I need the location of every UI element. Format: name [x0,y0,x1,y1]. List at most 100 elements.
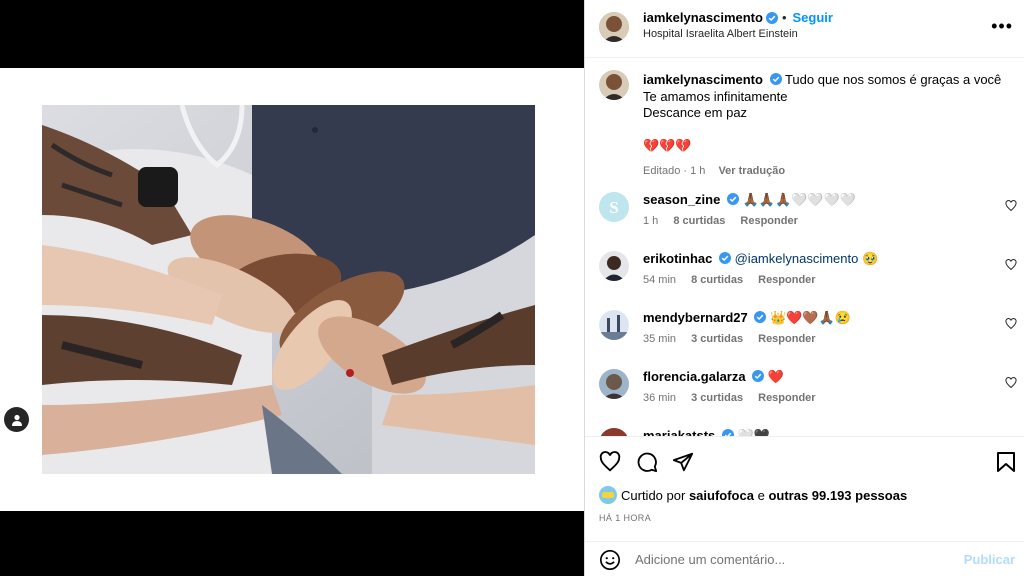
follow-button[interactable]: Seguir [793,10,833,25]
comment-username[interactable]: mariakatsts [643,428,715,436]
commenter-avatar[interactable] [599,251,629,281]
comment-likes[interactable]: 8 curtidas [691,274,743,286]
comment-text: season_zine 🙏🏾🙏🏾🙏🏾🤍🤍🤍🤍 [643,192,983,208]
comment-username[interactable]: erikotinhac [643,251,712,266]
verified-badge-icon [721,429,734,436]
likes-summary: Curtido por saiufofoca e outras 99.193 p… [599,486,907,504]
reply-button[interactable]: Responder [758,274,815,286]
comment-username[interactable]: mendybernard27 [643,310,748,325]
like-comment-heart-icon[interactable] [1005,318,1017,330]
post-header: iamkelynascimento • Seguir Hospital Isra… [585,0,1024,58]
reply-button[interactable]: Responder [740,215,797,227]
comment-meta: 54 min 8 curtidas Responder [643,274,828,286]
translate-link[interactable]: Ver tradução [718,165,785,177]
caption-avatar[interactable] [599,70,629,100]
post-sidebar: iamkelynascimento • Seguir Hospital Isra… [584,0,1024,576]
comment-body: 👑❤️🤎🙏🏾😢 [770,310,851,325]
svg-text:S: S [609,198,618,217]
comment-meta: 35 min 3 curtidas Responder [643,333,828,345]
comment-time: 54 min [643,274,677,286]
share-paper-plane-icon[interactable] [672,451,694,473]
verified-badge-icon [752,370,765,382]
caption-meta: Editado · 1 h Ver tradução [643,163,1013,180]
caption-username[interactable]: iamkelynascimento [643,72,763,87]
comment-item: S season_zine 🙏🏾🙏🏾🙏🏾🤍🤍🤍🤍 1 h 8 curtidas … [585,192,1024,250]
instagram-post-modal: iamkelynascimento • Seguir Hospital Isra… [0,0,1024,576]
caption-line-1: Tudo que nos somos é graças a você [784,72,1002,87]
likes-user[interactable]: saiufofoca [689,488,754,503]
caption-line-3: Descance em paz [643,105,748,120]
comment-likes[interactable]: 3 curtidas [691,392,743,404]
author-username[interactable]: iamkelynascimento [643,10,763,25]
post-location[interactable]: Hospital Israelita Albert Einstein [643,28,798,40]
comment-bubble-icon[interactable] [636,451,658,473]
like-comment-heart-icon[interactable] [1005,377,1017,389]
comment-item: erikotinhac @iamkelynascimento 🥹 54 min … [585,251,1024,309]
likes-others[interactable]: outras 99.193 pessoas [768,488,907,503]
comment-username[interactable]: florencia.galarza [643,369,746,384]
comment-username[interactable]: season_zine [643,192,720,207]
comments-scroll-area[interactable]: iamkelynascimento Tudo que nos somos é g… [585,58,1024,436]
comment-time: 1 h [643,215,659,227]
comment-meta: 1 h 8 curtidas Responder [643,215,810,227]
reply-button[interactable]: Responder [758,333,815,345]
post-caption: iamkelynascimento Tudo que nos somos é g… [643,72,1013,180]
commenter-avatar[interactable] [599,310,629,340]
add-comment-bar: Adicione um comentário... Publicar [585,541,1024,576]
commenter-avatar[interactable]: S [599,192,629,222]
verified-badge-icon [769,73,782,85]
season-zine-logo-icon: S [599,192,629,222]
caption-edited: Editado · 1 h [643,165,706,177]
comment-meta: 36 min 3 curtidas Responder [643,392,828,404]
comment-text: florencia.galarza ❤️ [643,369,983,385]
user-icon [11,414,22,426]
avatar-image [599,70,629,100]
commenter-avatar[interactable] [599,428,629,436]
comment-input[interactable]: Adicione um comentário... [635,552,785,567]
post-photo[interactable] [42,105,535,474]
post-time[interactable]: HÁ 1 HORA [599,513,651,523]
tagged-users-button[interactable] [4,407,29,432]
verified-badge-icon [718,252,731,264]
header-title-row: iamkelynascimento • Seguir [643,10,833,25]
media-frame [0,68,584,511]
comment-time: 36 min [643,392,677,404]
verified-badge-icon [765,11,778,24]
reply-button[interactable]: Responder [758,392,815,404]
comment-likes[interactable]: 8 curtidas [673,215,725,227]
save-bookmark-icon[interactable] [996,451,1016,473]
like-comment-heart-icon[interactable] [1005,259,1017,271]
comment-likes[interactable]: 3 curtidas [691,333,743,345]
commenter-avatar[interactable] [599,369,629,399]
verified-badge-icon [726,193,739,205]
photo-hands-image [42,105,535,474]
verified-badge-icon [754,311,767,323]
like-comment-heart-icon[interactable] [1005,200,1017,212]
post-actions: Curtido por saiufofoca e outras 99.193 p… [585,436,1024,576]
publish-button[interactable]: Publicar [964,552,1015,567]
liker-avatar[interactable] [599,486,617,504]
likes-middle: e [757,487,765,503]
comment-text: erikotinhac @iamkelynascimento 🥹 [643,251,983,267]
like-heart-icon[interactable] [599,451,621,473]
comment-text: mariakatsts 🤍🖤 [643,428,983,436]
more-options-button[interactable]: ••• [991,16,1013,37]
emoji-smiley-icon[interactable] [599,549,621,571]
caption-line-2: Te amamos infinitamente [643,88,788,104]
comment-item: mendybernard27 👑❤️🤎🙏🏾😢 35 min 3 curtidas… [585,310,1024,368]
avatar-image [599,369,629,399]
avatar-image [599,12,629,42]
comment-body[interactable]: @iamkelynascimento 🥹 [735,251,879,266]
comment-body: 🙏🏾🙏🏾🙏🏾🤍🤍🤍🤍 [742,192,856,207]
likes-prefix: Curtido por [621,487,686,503]
avatar-image [599,310,629,340]
caption-emojis: 💔💔💔 [643,137,692,153]
author-avatar[interactable] [599,12,629,42]
separator-dot: • [781,10,787,25]
comment-body: ❤️ [767,369,785,384]
comment-body: 🤍🖤 [737,428,770,436]
avatar-image [599,251,629,281]
comment-text: mendybernard27 👑❤️🤎🙏🏾😢 [643,310,983,326]
comment-item: florencia.galarza ❤️ 36 min 3 curtidas R… [585,369,1024,427]
